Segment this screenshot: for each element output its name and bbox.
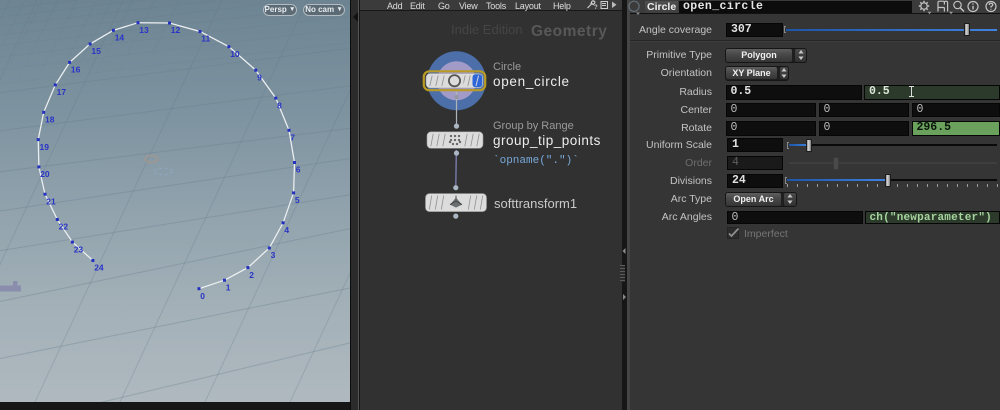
svg-text:22: 22 bbox=[59, 222, 69, 232]
svg-text:1: 1 bbox=[226, 282, 231, 292]
svg-text:15: 15 bbox=[91, 46, 101, 56]
svg-text:13: 13 bbox=[139, 25, 149, 35]
svg-text:11: 11 bbox=[201, 34, 210, 44]
svg-text:18: 18 bbox=[45, 115, 55, 125]
svg-text:2: 2 bbox=[249, 270, 254, 280]
svg-text:10: 10 bbox=[230, 49, 240, 59]
svg-text:4: 4 bbox=[284, 225, 289, 235]
svg-text:6: 6 bbox=[296, 165, 301, 175]
svg-text:21: 21 bbox=[46, 196, 56, 206]
svg-text:5: 5 bbox=[295, 195, 300, 205]
svg-text:9: 9 bbox=[257, 72, 262, 82]
svg-text:12: 12 bbox=[171, 25, 181, 35]
svg-text:24: 24 bbox=[94, 263, 104, 273]
svg-text:19: 19 bbox=[40, 142, 50, 152]
svg-text:20: 20 bbox=[40, 169, 50, 179]
svg-text:3: 3 bbox=[271, 250, 276, 260]
svg-text:23: 23 bbox=[74, 244, 84, 254]
svg-text:8: 8 bbox=[277, 100, 282, 110]
svg-text:0: 0 bbox=[200, 291, 205, 301]
svg-text:16: 16 bbox=[71, 65, 81, 75]
svg-text:7: 7 bbox=[290, 133, 295, 143]
svg-text:17: 17 bbox=[57, 87, 67, 97]
svg-text:14: 14 bbox=[115, 33, 125, 43]
